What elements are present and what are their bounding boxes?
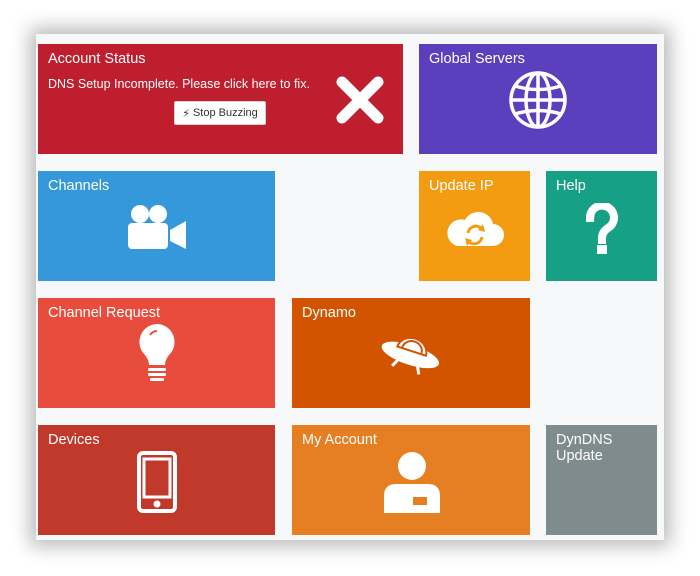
account-status-title: Account Status — [48, 51, 146, 67]
dyndns-title-line1: DynDNS — [556, 432, 613, 448]
my-account-title: My Account — [302, 432, 377, 448]
dns-setup-message[interactable]: DNS Setup Incomplete. Please click here … — [48, 77, 310, 91]
close-x-icon — [334, 74, 386, 126]
devices-tile[interactable]: Devices — [38, 425, 275, 535]
dynamo-title: Dynamo — [302, 305, 356, 321]
update-ip-tile[interactable]: Update IP — [419, 171, 530, 281]
channels-title: Channels — [48, 178, 110, 194]
account-status-tile[interactable]: Account Status DNS Setup Incomplete. Ple… — [38, 44, 403, 154]
dyndns-update-tile[interactable]: DynDNS Update — [546, 425, 657, 535]
dyndns-update-title: DynDNS Update — [556, 432, 612, 464]
update-ip-title: Update IP — [429, 178, 494, 194]
help-tile[interactable]: Help — [546, 171, 657, 281]
question-mark-icon — [584, 203, 620, 255]
help-title: Help — [556, 178, 586, 194]
stop-buzzing-label: Stop Buzzing — [192, 107, 258, 119]
stop-buzzing-button[interactable]: ⚡ Stop Buzzing — [174, 101, 266, 125]
video-camera-icon — [126, 203, 188, 251]
cloud-refresh-icon — [443, 208, 505, 248]
globe-icon — [507, 69, 569, 131]
channels-tile[interactable]: Channels — [38, 171, 275, 281]
dynamo-tile[interactable]: Dynamo — [292, 298, 530, 408]
devices-title: Devices — [48, 432, 100, 448]
user-icon — [383, 451, 441, 513]
global-servers-tile[interactable]: Global Servers — [419, 44, 657, 154]
channel-request-tile[interactable]: Channel Request — [38, 298, 275, 408]
channel-request-title: Channel Request — [48, 305, 161, 321]
dyndns-title-line2: Update — [556, 448, 603, 464]
mobile-phone-icon — [136, 451, 178, 513]
dashboard-panel: Account Status DNS Setup Incomplete. Ple… — [36, 34, 664, 540]
lightning-bolt-icon: ⚡ — [182, 107, 190, 120]
my-account-tile[interactable]: My Account — [292, 425, 530, 535]
global-servers-title: Global Servers — [429, 51, 525, 67]
lightbulb-icon — [138, 323, 176, 385]
ufo-icon — [379, 331, 443, 375]
